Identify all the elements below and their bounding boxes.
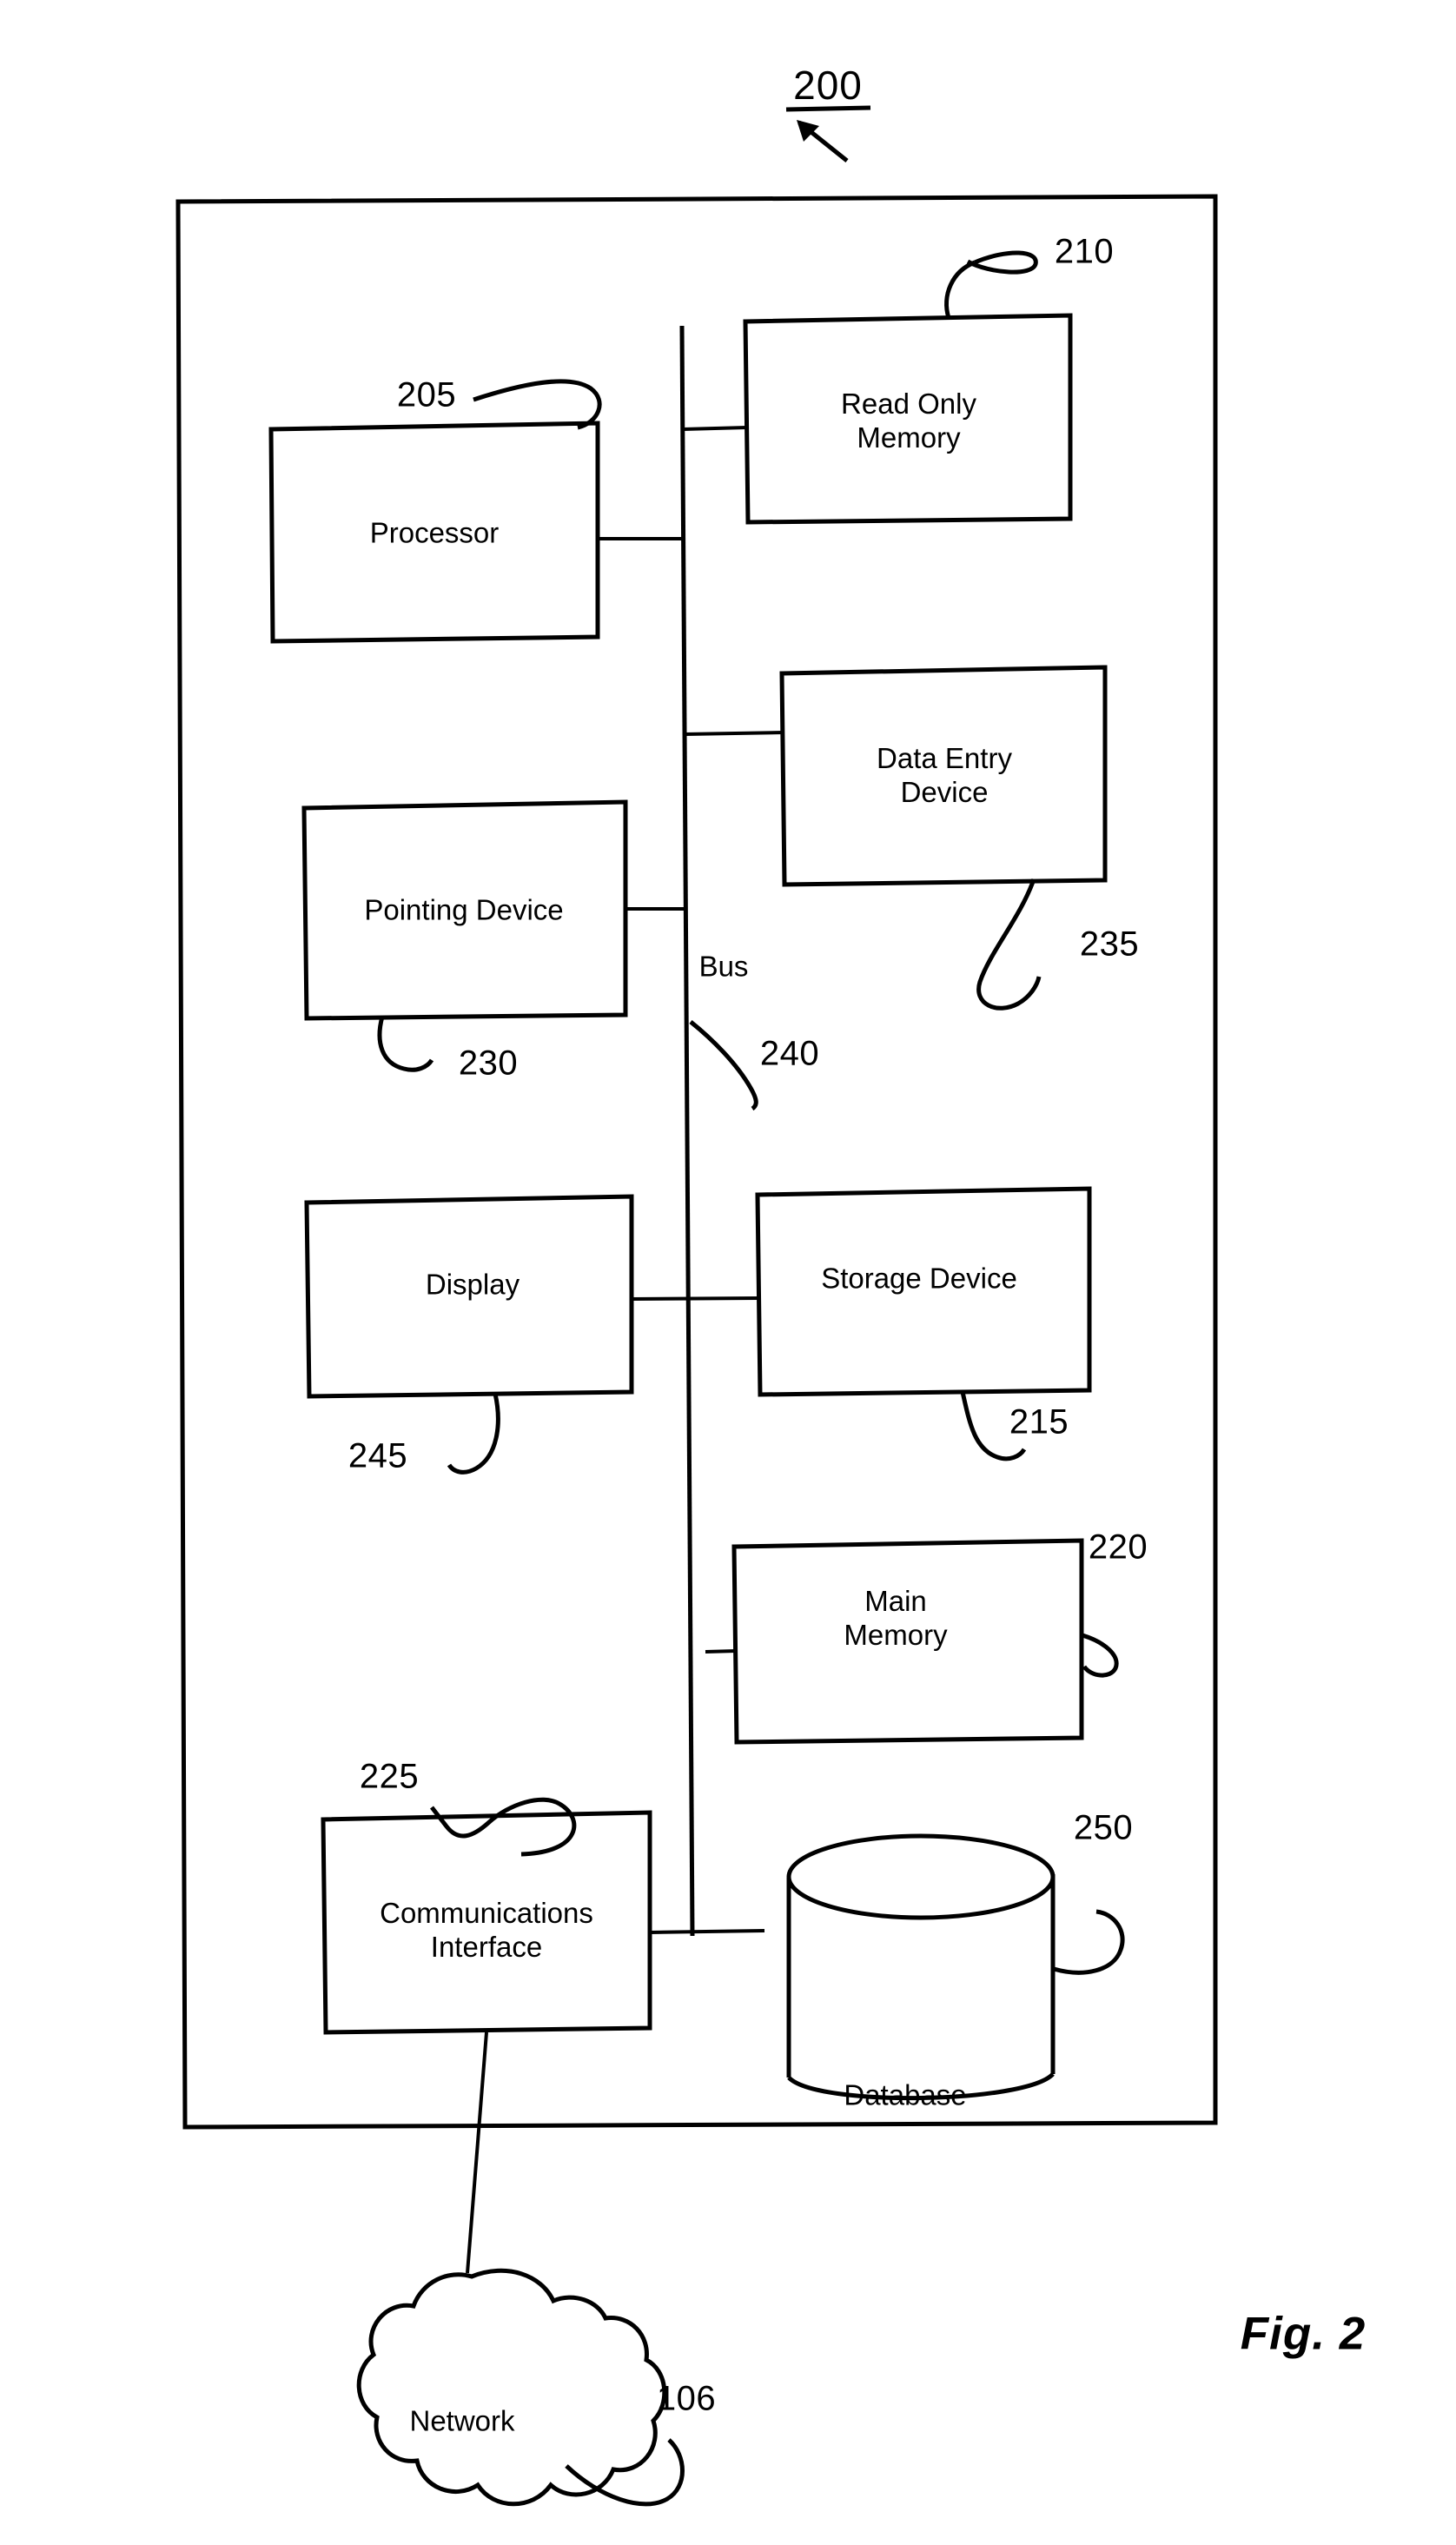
comm-interface-database-connector	[649, 1929, 765, 1934]
bus-line	[679, 325, 695, 1937]
data-entry-bus-connector	[684, 731, 784, 736]
ref-number-235: 235	[1079, 925, 1140, 964]
rom-line-2: Memory	[857, 421, 961, 454]
main-memory-bus-connector	[705, 1649, 738, 1654]
ref-210-leader	[966, 250, 1038, 275]
rom-line-1: Read Only	[841, 388, 976, 421]
data-entry-device-label: Data Entry Device	[877, 742, 1012, 810]
ref-number-245: 245	[347, 1436, 408, 1475]
ref-number-240: 240	[759, 1034, 820, 1073]
main-memory-line-2: Memory	[844, 1619, 948, 1651]
system-ref-number: 200	[793, 62, 863, 108]
network-cloud	[356, 2268, 667, 2507]
read-only-memory-label: Read Only Memory	[841, 388, 976, 455]
main-memory-label: Main Memory	[844, 1585, 947, 1653]
ref-210-leader-tail	[944, 260, 976, 319]
ref-230-leader	[377, 1016, 434, 1072]
ref-number-225: 225	[359, 1757, 420, 1796]
network-label: Network	[409, 2404, 515, 2437]
ref-220-leader	[1082, 1633, 1119, 1678]
ref-number-106: 106	[656, 2379, 717, 2418]
network-connection-line	[466, 2031, 488, 2274]
ref-number-250: 250	[1073, 1808, 1134, 1847]
ref-number-215: 215	[1009, 1402, 1069, 1442]
figure-caption: Fig. 2	[1240, 2308, 1367, 2360]
pointing-device-label: Pointing Device	[364, 893, 564, 926]
patent-figure-2: 200 210 Read Only Memory 205 Processor Da…	[0, 0, 1456, 2545]
ref-number-205: 205	[396, 375, 457, 414]
ref-245-leader	[447, 1393, 500, 1475]
figure-line-art	[175, 105, 1218, 2507]
database-cylinder	[786, 1833, 1056, 2101]
storage-device-label: Storage Device	[821, 1262, 1017, 1295]
rom-bus-connector	[682, 426, 748, 431]
ref-205-leader	[473, 379, 602, 430]
data-entry-line-1: Data Entry	[877, 742, 1012, 775]
ref-235-leader	[976, 878, 1042, 1011]
display-label: Display	[425, 1268, 520, 1301]
processor-label: Processor	[369, 516, 500, 549]
bus-label: Bus	[698, 950, 749, 983]
data-entry-line-2: Device	[900, 776, 989, 808]
comm-interface-line-2: Interface	[430, 1931, 543, 1963]
main-memory-line-1: Main	[864, 1585, 927, 1618]
ref-number-210: 210	[1054, 232, 1115, 271]
ref-number-230: 230	[458, 1044, 519, 1083]
ref-240-leader	[689, 1020, 758, 1111]
database-label: Database	[844, 2078, 967, 2111]
display-storage-bus-connector	[631, 1296, 760, 1301]
comm-interface-line-1: Communications	[380, 1897, 593, 1930]
ref-250-leader	[1053, 1909, 1125, 1975]
ref-number-220: 220	[1088, 1528, 1148, 1567]
system-ref-leader	[785, 105, 871, 162]
communications-interface-label: Communications Interface	[380, 1897, 593, 1965]
